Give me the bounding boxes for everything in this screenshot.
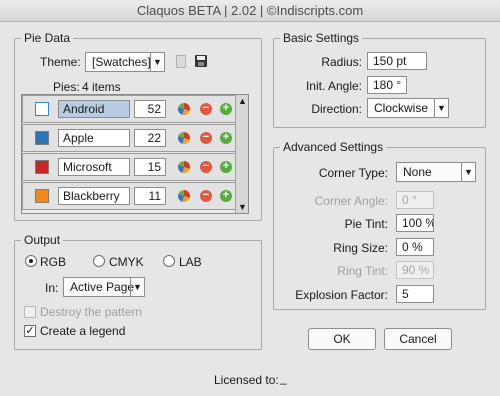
pies-label: Pies:	[53, 80, 80, 94]
item-value-field[interactable]: 11	[134, 187, 166, 205]
destroy-pattern-label: Destroy the pattern	[40, 305, 143, 319]
chevron-down-icon[interactable]: ▼	[434, 99, 448, 117]
item-value-field[interactable]: 52	[134, 100, 166, 118]
direction-select[interactable]: Clockwise ▼	[367, 98, 449, 118]
in-label: In:	[45, 281, 59, 295]
color-swatch[interactable]	[35, 102, 49, 116]
ring-tint-field[interactable]: 90 %	[396, 261, 434, 279]
color-swatch[interactable]	[35, 160, 49, 174]
theme-select-value: [Swatches]	[92, 55, 151, 69]
color-swatch[interactable]	[35, 189, 49, 203]
licensed-to-label: Licensed to:	[214, 373, 279, 387]
list-scrollbar[interactable]: ▲ ▼	[235, 95, 248, 213]
ring-size-field[interactable]: 0 %	[396, 238, 434, 256]
chevron-down-icon[interactable]: ▼	[461, 163, 475, 181]
trash-icon[interactable]	[176, 55, 186, 68]
cmyk-label: CMYK	[109, 255, 144, 269]
ring-tint-label: Ring Tint:	[337, 264, 388, 278]
radius-label: Radius:	[321, 55, 362, 69]
ok-button[interactable]: OK	[308, 328, 376, 350]
destroy-pattern-checkbox[interactable]	[24, 306, 36, 318]
ring-size-label: Ring Size:	[333, 241, 388, 255]
pie-tint-field[interactable]: 100 %	[396, 214, 434, 232]
window-title: Claquos BETA | 2.02 | ©Indiscripts.com	[0, 0, 500, 22]
lab-label: LAB	[179, 255, 202, 269]
explosion-factor-label: Explosion Factor:	[295, 288, 388, 302]
output-target-select[interactable]: Active Page ▼	[63, 277, 145, 297]
radius-field[interactable]: 150 pt	[367, 52, 427, 70]
create-legend-label: Create a legend	[40, 324, 126, 338]
basic-settings-legend: Basic Settings	[280, 31, 363, 45]
pies-count: 4 items	[82, 80, 121, 94]
item-value-field[interactable]: 22	[134, 129, 166, 147]
remove-icon[interactable]: −	[200, 161, 212, 173]
item-name-field[interactable]: Microsoft	[58, 158, 130, 176]
remove-icon[interactable]: −	[200, 190, 212, 202]
list-item[interactable]: Android 52 − +	[22, 95, 236, 123]
corner-type-select[interactable]: None ▼	[396, 162, 476, 182]
cancel-button[interactable]: Cancel	[384, 328, 452, 350]
direction-value: Clockwise	[374, 101, 429, 115]
pie-data-legend: Pie Data	[21, 31, 74, 45]
rgb-radio[interactable]	[25, 255, 37, 267]
init-angle-label: Init. Angle:	[305, 79, 362, 93]
item-name-field[interactable]: Android	[58, 100, 130, 118]
licensee-name: _	[280, 371, 287, 385]
chevron-down-icon[interactable]: ▼	[130, 278, 144, 296]
output-target-value: Active Page	[70, 280, 135, 294]
create-legend-checkbox[interactable]: ✓	[24, 325, 36, 337]
explosion-factor-field[interactable]: 5	[396, 285, 434, 303]
pie-tint-label: Pie Tint:	[344, 217, 388, 231]
add-icon[interactable]: +	[220, 190, 232, 202]
remove-icon[interactable]: −	[200, 132, 212, 144]
pie-items-list[interactable]: Android 52 − + Apple 22 − + Microsoft 15…	[21, 94, 249, 214]
item-name-field[interactable]: Apple	[58, 129, 130, 147]
pie-icon[interactable]	[178, 132, 190, 144]
item-name-field[interactable]: Blackberry	[58, 187, 130, 205]
pie-icon[interactable]	[178, 190, 190, 202]
cmyk-radio[interactable]	[93, 255, 105, 267]
save-icon[interactable]	[195, 55, 207, 67]
list-item[interactable]: Apple 22 − +	[22, 124, 236, 152]
theme-select[interactable]: [Swatches] ▼	[85, 52, 165, 72]
init-angle-field[interactable]: 180 °	[367, 76, 407, 94]
scroll-up-icon[interactable]: ▲	[236, 95, 249, 107]
list-item[interactable]: Microsoft 15 − +	[22, 153, 236, 181]
color-swatch[interactable]	[35, 131, 49, 145]
chevron-down-icon: ▼	[150, 53, 164, 71]
lab-radio[interactable]	[163, 255, 175, 267]
scroll-down-icon[interactable]: ▼	[236, 201, 249, 213]
output-legend: Output	[21, 233, 64, 247]
corner-type-label: Corner Type:	[318, 166, 388, 180]
theme-label: Theme:	[40, 55, 81, 69]
rgb-label: RGB	[40, 255, 67, 269]
add-icon[interactable]: +	[220, 161, 232, 173]
pie-icon[interactable]	[178, 103, 190, 115]
remove-icon[interactable]: −	[200, 103, 212, 115]
direction-label: Direction:	[311, 102, 362, 116]
corner-type-value: None	[403, 165, 432, 179]
pie-icon[interactable]	[178, 161, 190, 173]
add-icon[interactable]: +	[220, 103, 232, 115]
advanced-settings-legend: Advanced Settings	[280, 140, 387, 154]
item-value-field[interactable]: 15	[134, 158, 166, 176]
add-icon[interactable]: +	[220, 132, 232, 144]
corner-angle-field[interactable]: 0 °	[396, 191, 434, 209]
list-item[interactable]: Blackberry 11 − +	[22, 182, 236, 210]
corner-angle-label: Corner Angle:	[314, 194, 388, 208]
